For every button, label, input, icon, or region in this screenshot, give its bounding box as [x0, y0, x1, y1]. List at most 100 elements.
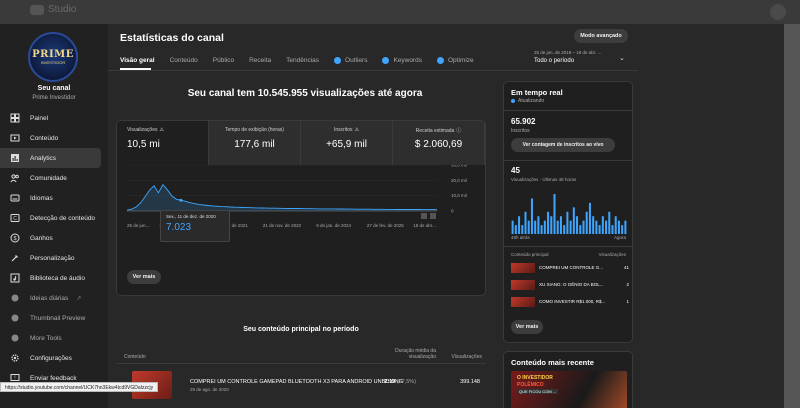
period-selector[interactable]: Todo o período	[534, 58, 574, 64]
tab-tend-ncias[interactable]: Tendências	[286, 57, 319, 64]
sidebar-item-label: Configurações	[30, 354, 72, 362]
realtime-bar[interactable]	[543, 220, 546, 234]
channel-avatar[interactable]: PRIME INVESTIDOR	[28, 32, 78, 82]
realtime-video-thumbnail[interactable]	[511, 263, 535, 273]
list-item[interactable]: XU XIANG: O GÊNIO DA BOL... 2	[511, 279, 629, 291]
account-avatar[interactable]	[770, 4, 786, 20]
realtime-bar[interactable]	[579, 225, 582, 234]
sidebar-item-subtitles[interactable]: Idiomas	[0, 188, 108, 208]
realtime-bar[interactable]	[530, 198, 533, 234]
realtime-bar[interactable]	[608, 211, 611, 234]
realtime-bar[interactable]	[621, 225, 624, 234]
list-item[interactable]: COMPREI UM CONTROLE G... 41	[511, 262, 629, 274]
col-duration[interactable]: Duração média da visualização	[386, 348, 436, 360]
realtime-video-thumbnail[interactable]	[511, 297, 535, 307]
metric-label: Inscritos ⚠	[301, 127, 392, 133]
realtime-bar[interactable]	[527, 220, 530, 234]
realtime-bar[interactable]	[569, 220, 572, 234]
realtime-video-title[interactable]: COMO INVESTIR R$1.000, R$...	[539, 299, 611, 304]
realtime-video-title[interactable]: COMPREI UM CONTROLE G...	[539, 265, 611, 270]
tab-receita[interactable]: Receita	[249, 57, 271, 64]
realtime-bar[interactable]	[524, 211, 527, 234]
realtime-bar[interactable]	[514, 225, 517, 234]
realtime-bar[interactable]	[537, 216, 540, 234]
studio-wordmark: Studio	[48, 4, 77, 15]
realtime-bar[interactable]	[588, 202, 591, 234]
realtime-bar[interactable]	[582, 220, 585, 234]
tab-optimize[interactable]: Optimize	[437, 57, 474, 64]
realtime-bar[interactable]	[550, 216, 553, 234]
sidebar-item-analytics[interactable]: Analytics	[0, 148, 101, 168]
realtime-bar[interactable]	[559, 216, 562, 234]
play-marker-icon[interactable]	[421, 213, 427, 219]
youtube-logo-icon[interactable]	[30, 5, 44, 15]
realtime-bar[interactable]	[566, 211, 569, 234]
recent-video-thumbnail[interactable]: O INVESTIDOR POLÊMICO QUE FICOU COM ...	[511, 371, 627, 408]
realtime-bar[interactable]	[518, 216, 521, 234]
realtime-bar[interactable]	[521, 225, 524, 234]
gear-icon	[10, 353, 20, 363]
realtime-bar[interactable]	[563, 225, 566, 234]
play-marker-icon[interactable]	[430, 213, 436, 219]
realtime-bar-chart[interactable]	[511, 184, 627, 234]
tooltip-value: 7.023	[166, 222, 192, 233]
realtime-bar[interactable]	[611, 225, 614, 234]
sidebar-item-earn[interactable]: $ Ganhos	[0, 228, 108, 248]
realtime-bar[interactable]	[598, 225, 601, 234]
realtime-bar[interactable]	[540, 225, 543, 234]
metric-tab-2[interactable]: Inscritos ⚠ +65,9 mil	[301, 121, 393, 165]
tab-conte-do[interactable]: Conteúdo	[170, 57, 198, 64]
sidebar-item-content[interactable]: Conteúdo	[0, 128, 108, 148]
info-icon[interactable]: ⓘ	[456, 128, 461, 134]
community-icon	[10, 173, 20, 183]
col-views[interactable]: Visualizações	[444, 354, 482, 360]
sidebar-item-audio-library[interactable]: Biblioteca de áudio	[0, 268, 108, 288]
metric-tab-0[interactable]: Visualizações ⚠ 10,5 mi	[117, 121, 209, 165]
realtime-bar[interactable]	[614, 216, 617, 234]
list-item[interactable]: COMO INVESTIR R$1.000, R$... 1	[511, 296, 629, 308]
realtime-video-thumbnail[interactable]	[511, 280, 535, 290]
sidebar-item-community[interactable]: Comunidade	[0, 168, 108, 188]
realtime-bar[interactable]	[595, 220, 598, 234]
realtime-bar[interactable]	[511, 220, 514, 234]
realtime-bar[interactable]	[534, 220, 537, 234]
realtime-bar[interactable]	[605, 220, 608, 234]
realtime-bar[interactable]	[617, 220, 620, 234]
y-tick-label: 20,0 mil	[451, 178, 467, 183]
tab-outliers[interactable]: Outliers	[334, 57, 367, 64]
views-headline: Seu canal tem 10.545.955 visualizações a…	[187, 88, 423, 99]
realtime-bar[interactable]	[585, 211, 588, 234]
realtime-see-more-button[interactable]: Ver mais	[511, 320, 543, 334]
realtime-bar[interactable]	[547, 211, 550, 234]
tab-keywords[interactable]: Keywords	[382, 57, 422, 64]
sidebar-item-copyright[interactable]: C Detecção de conteúdo	[0, 208, 108, 228]
sidebar-item-gear[interactable]: Configurações	[0, 348, 108, 368]
advanced-mode-button[interactable]: Modo avançado	[574, 29, 628, 43]
sidebar-item-tools[interactable]: More Tools	[0, 328, 108, 348]
warning-icon[interactable]: ⚠	[355, 127, 359, 133]
realtime-bar[interactable]	[576, 216, 579, 234]
sidebar-item-dashboard[interactable]: Painel	[0, 108, 108, 128]
metric-tab-1[interactable]: Tempo de exibição (horas) 177,6 mil	[209, 121, 301, 165]
realtime-bar[interactable]	[556, 220, 559, 234]
realtime-bar[interactable]	[572, 207, 575, 234]
realtime-bar[interactable]	[601, 216, 604, 234]
tab-vis-o-geral[interactable]: Visão geral	[120, 57, 155, 64]
warning-icon[interactable]: ⚠	[159, 127, 163, 133]
metric-tab-3[interactable]: Receita estimada ⓘ $ 2.060,69	[393, 121, 485, 165]
table-row[interactable]: COMPREI UM CONTROLE GAMEPAD BLUETOOTH X3…	[116, 367, 486, 407]
realtime-video-title[interactable]: XU XIANG: O GÊNIO DA BOL...	[539, 282, 611, 287]
sidebar-item-thumbnail[interactable]: Thumbnail Preview	[0, 308, 108, 328]
realtime-bar[interactable]	[624, 220, 627, 234]
live-subscribers-button[interactable]: Ver contagem de inscritos ao vivo	[511, 138, 615, 152]
sidebar-item-ideas[interactable]: Ideias diárias ↗	[0, 288, 108, 308]
realtime-bar[interactable]	[592, 216, 595, 234]
date-range-text: 25 de jan. de 2019 – 18 de abr. ...	[534, 50, 602, 55]
chart-see-more-button[interactable]: Ver mais	[127, 270, 161, 284]
chart-hover-point[interactable]	[179, 198, 183, 202]
sidebar-item-customization[interactable]: Personalização	[0, 248, 108, 268]
chevron-down-icon[interactable]: ⌄	[619, 54, 625, 62]
tab-p-blico[interactable]: Público	[213, 57, 234, 64]
sidebar-item-label: Personalização	[30, 254, 75, 262]
realtime-bar[interactable]	[553, 194, 556, 234]
